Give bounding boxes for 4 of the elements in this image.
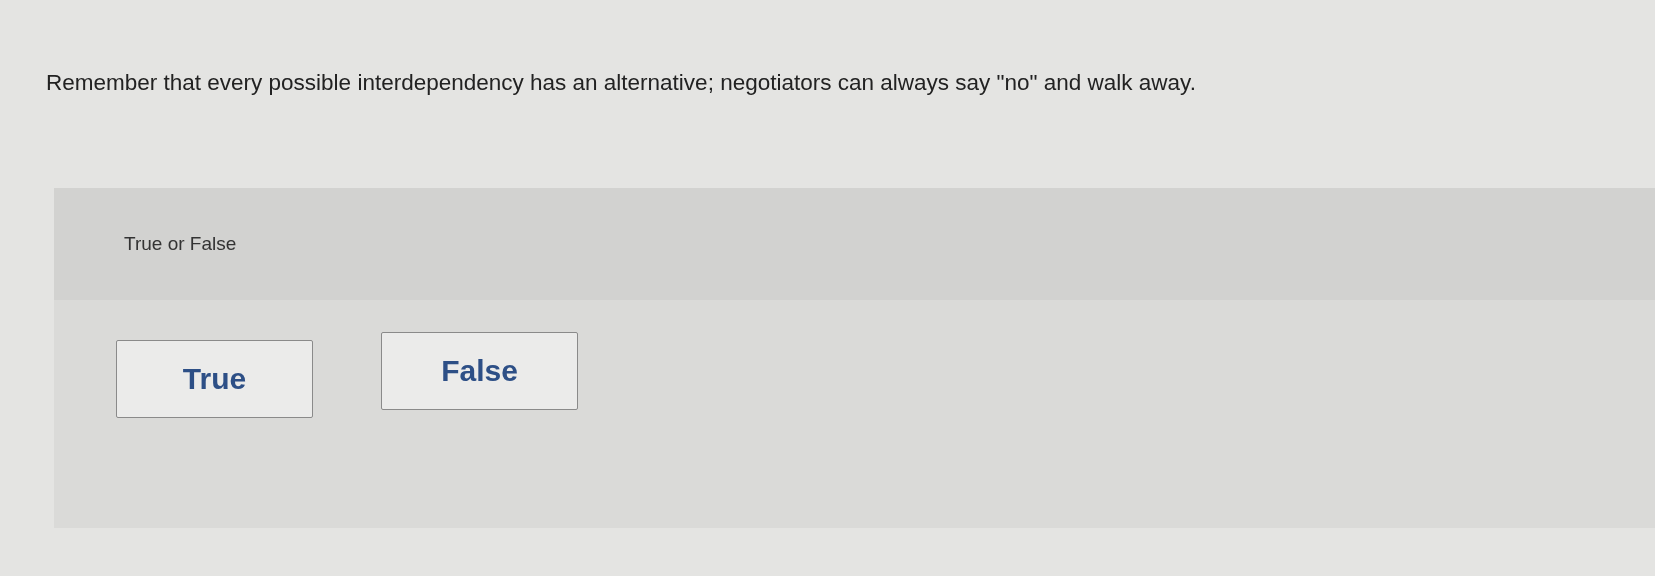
answer-option-button[interactable]: False [381, 332, 578, 410]
question-text: Remember that every possible interdependency has an alternative; negotiators can always say "no" and walk away. [46, 70, 1196, 96]
instruction-text: True or False [124, 233, 237, 255]
answer-option-button[interactable]: True [116, 340, 313, 418]
